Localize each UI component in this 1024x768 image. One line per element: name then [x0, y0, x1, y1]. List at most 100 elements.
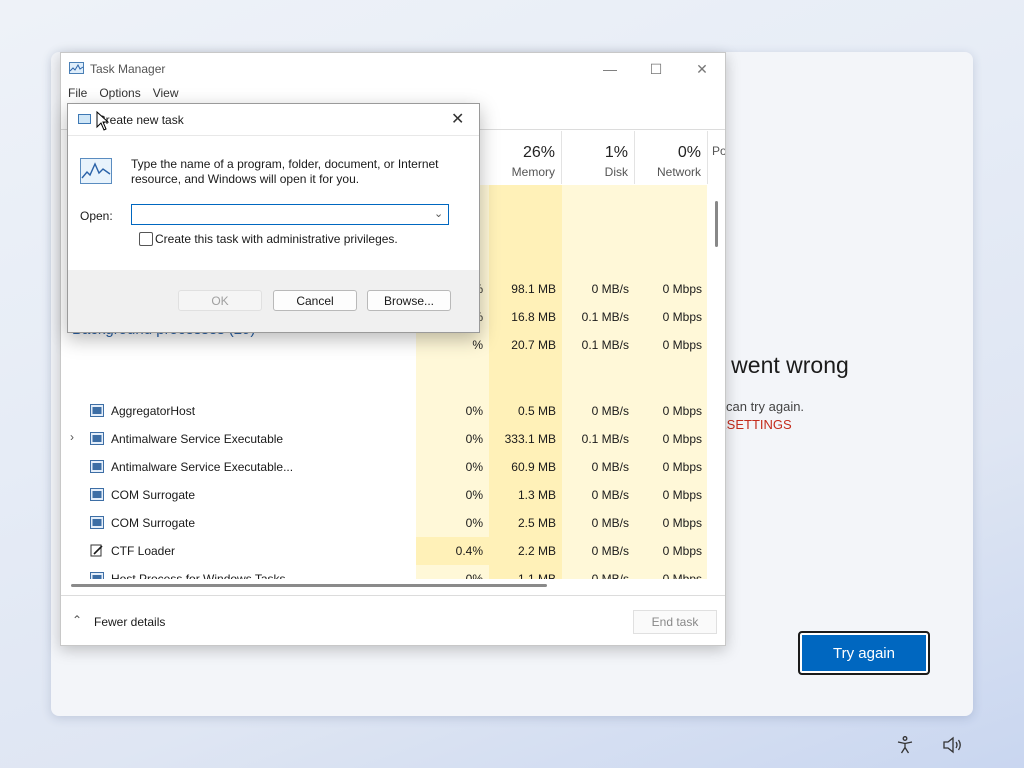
table-row[interactable]: AggregatorHost 0% 0.5 MB 0 MB/s 0 Mbps [61, 397, 707, 425]
cpu-cell: % [472, 338, 483, 352]
network-percent: 0% [677, 144, 701, 161]
column-disk[interactable]: 1% Disk [562, 131, 635, 184]
disk-cell: 0 MB/s [591, 404, 629, 418]
network-cell: 0 Mbps [662, 460, 702, 474]
memory-cell: 98.1 MB [511, 282, 556, 296]
run-dialog-icon [78, 114, 91, 124]
memory-cell: 0.5 MB [517, 404, 556, 418]
ctf-loader-icon [90, 544, 103, 557]
ok-button[interactable]: OK [178, 290, 262, 311]
memory-cell: 20.7 MB [511, 338, 556, 352]
network-cell: 0 Mbps [662, 310, 702, 324]
horizontal-scrollbar[interactable] [71, 584, 547, 587]
try-again-button[interactable]: Try again [798, 631, 930, 675]
fewer-details-button[interactable]: Fewer details [94, 615, 165, 629]
process-icon [90, 516, 104, 529]
column-network[interactable]: 0% Network [635, 131, 708, 184]
process-icon [90, 460, 104, 473]
menu-file[interactable]: File [68, 86, 87, 104]
create-new-task-dialog: Create new task ✕ Type the name of a pro… [67, 103, 480, 333]
memory-cell: 2.2 MB [517, 544, 556, 558]
chevron-up-icon[interactable]: ⌃ [72, 613, 82, 627]
task-manager-app-icon [69, 62, 84, 74]
process-name: COM Surrogate [111, 516, 196, 530]
menu-view[interactable]: View [153, 86, 179, 104]
column-power[interactable]: Po [708, 131, 725, 184]
table-row[interactable]: Antimalware Service Executable... 0% 60.9 … [61, 453, 707, 481]
table-row[interactable]: › Antimalware Service Executable 0% 333.1 M… [61, 425, 707, 453]
cancel-button[interactable]: Cancel [273, 290, 357, 311]
disk-label: Disk [604, 165, 628, 179]
disk-cell: 0 MB/s [591, 544, 629, 558]
table-row[interactable]: COM Surrogate 0% 1.3 MB 0 MB/s 0 Mbps [61, 481, 707, 509]
cpu-cell: 0.4% [455, 544, 483, 558]
window-title: Task Manager [90, 62, 166, 76]
memory-cell: 16.8 MB [511, 310, 556, 324]
process-name: COM Surrogate [111, 488, 196, 502]
network-label: Network [656, 165, 701, 179]
disk-cell: 0 MB/s [591, 282, 629, 296]
vertical-scrollbar[interactable] [715, 201, 718, 247]
task-manager-titlebar[interactable]: Task Manager — ☐ ✕ [61, 53, 725, 85]
cpu-cell: 0% [465, 488, 483, 502]
disk-cell: 0.1 MB/s [581, 432, 629, 446]
cpu-cell: 0% [465, 432, 483, 446]
memory-cell: 2.5 MB [517, 516, 556, 530]
accessibility-icon[interactable] [895, 735, 915, 755]
network-cell: 0 Mbps [662, 404, 702, 418]
memory-cell: 1.1 MB [517, 572, 556, 579]
chevron-down-icon[interactable]: ⌄ [434, 207, 443, 220]
network-cell: 0 Mbps [662, 338, 702, 352]
maximize-icon[interactable]: ☐ [641, 59, 671, 79]
task-manager-graph-icon [80, 158, 112, 184]
error-code: ESETTINGS [718, 417, 792, 432]
mouse-cursor-icon [96, 111, 110, 131]
process-name: Host Process for Windows Tasks [111, 572, 286, 579]
table-row[interactable]: CTF Loader 0.4% 2.2 MB 0 MB/s 0 Mbps [61, 537, 707, 565]
network-cell: 0 Mbps [662, 432, 702, 446]
error-subtitle: can try again. [726, 399, 805, 414]
dialog-description: Type the name of a program, folder, docu… [131, 157, 439, 186]
disk-cell: 0 MB/s [591, 460, 629, 474]
admin-privileges-checkbox[interactable] [139, 232, 153, 246]
disk-cell: 0.1 MB/s [581, 338, 629, 352]
process-icon [90, 404, 104, 417]
memory-label: Memory [511, 165, 555, 179]
menu-options[interactable]: Options [99, 86, 140, 104]
memory-cell: 1.3 MB [517, 488, 556, 502]
close-icon[interactable]: ✕ [687, 59, 717, 79]
dialog-close-icon[interactable]: ✕ [451, 109, 464, 129]
disk-cell: 0 MB/s [591, 488, 629, 502]
chevron-right-icon[interactable]: › [70, 430, 74, 444]
process-icon [90, 488, 104, 501]
dialog-title: Create new task [97, 113, 184, 127]
browse-button[interactable]: Browse... [367, 290, 451, 311]
network-cell: 0 Mbps [662, 544, 702, 558]
dialog-footer: OK Cancel Browse... [68, 270, 479, 332]
cpu-cell: 0% [465, 460, 483, 474]
error-title: g went wrong [712, 352, 849, 378]
dialog-body: Type the name of a program, folder, docu… [68, 135, 479, 271]
table-row[interactable]: COM Surrogate 0% 2.5 MB 0 MB/s 0 Mbps [61, 509, 707, 537]
open-input[interactable] [131, 204, 449, 225]
table-row[interactable]: Host Process for Windows Tasks 0% 1.1 MB 0 … [61, 565, 707, 579]
disk-cell: 0.1 MB/s [581, 310, 629, 324]
disk-cell: 0 MB/s [591, 572, 629, 579]
end-task-button[interactable]: End task [633, 610, 717, 634]
cpu-cell: 0% [465, 404, 483, 418]
minimize-icon[interactable]: — [595, 59, 625, 79]
admin-privileges-label[interactable]: Create this task with administrative pri… [155, 232, 398, 246]
network-cell: 0 Mbps [662, 488, 702, 502]
column-memory[interactable]: 26% Memory [489, 131, 562, 184]
power-label: Po [712, 144, 726, 158]
process-name: CTF Loader [111, 544, 176, 558]
network-cell: 0 Mbps [662, 572, 702, 579]
process-icon [90, 432, 104, 445]
process-name: Antimalware Service Executable [111, 432, 284, 446]
task-manager-footer: ⌃ Fewer details End task [61, 595, 725, 645]
volume-icon[interactable] [942, 735, 962, 755]
process-name: Antimalware Service Executable... [111, 460, 294, 474]
menu-bar: File Options View [61, 86, 179, 104]
process-icon [90, 572, 104, 579]
network-cell: 0 Mbps [662, 516, 702, 530]
